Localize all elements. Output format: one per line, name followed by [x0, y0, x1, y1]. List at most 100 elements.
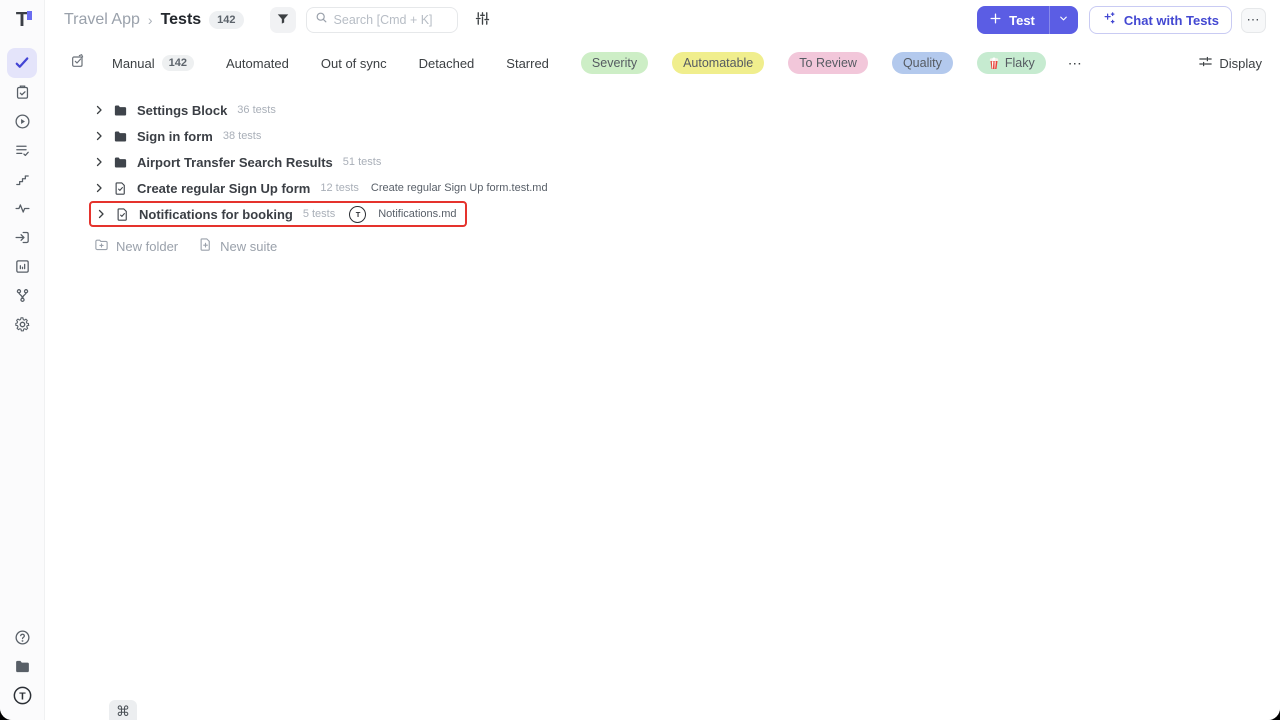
suite-test-count: 12 tests	[320, 182, 359, 194]
filter-tab-out-of-sync[interactable]: Out of sync	[321, 56, 387, 71]
document-check-icon	[113, 181, 128, 196]
sidebar: T	[0, 0, 45, 720]
badge-severity[interactable]: Severity	[581, 52, 648, 74]
suite-row-settings-block[interactable]: Settings Block 36 tests	[89, 97, 284, 123]
filter-tab-manual[interactable]: Manual 142	[112, 55, 194, 71]
badge-label: Automatable	[683, 56, 753, 70]
chevron-down-icon	[1058, 11, 1069, 29]
suite-row-notifications-highlighted[interactable]: Notifications for booking 5 tests T Noti…	[89, 201, 467, 227]
plus-icon	[989, 12, 1009, 28]
table-row: Create regular Sign Up form 12 tests Cre…	[89, 175, 1280, 201]
display-sliders-icon	[1198, 54, 1219, 72]
sidebar-item-tests[interactable]	[7, 48, 37, 78]
branch-icon	[14, 287, 31, 304]
brand-circle-icon: T	[12, 685, 33, 706]
suite-name[interactable]: Airport Transfer Search Results	[137, 155, 333, 170]
suite-name[interactable]: Settings Block	[137, 103, 227, 118]
sidebar-item-help[interactable]	[7, 622, 37, 652]
chevron-right-icon[interactable]	[93, 130, 105, 142]
app-logo[interactable]: T	[0, 0, 45, 40]
manual-count-badge: 142	[162, 55, 194, 71]
sidebar-item-plans[interactable]	[7, 77, 37, 107]
folder-icon	[113, 103, 128, 118]
filter-more-button[interactable]: ⋯	[1068, 55, 1083, 72]
svg-text:T: T	[19, 690, 26, 702]
search-input[interactable]	[334, 13, 449, 27]
folder-icon	[113, 129, 128, 144]
brand-circle-icon: T	[349, 206, 366, 223]
topbar: Travel App › Tests 142	[45, 0, 1280, 40]
play-circle-icon	[14, 113, 31, 130]
badge-to-review[interactable]: To Review	[788, 52, 868, 74]
add-test-dropdown-button[interactable]	[1049, 6, 1078, 34]
add-test-split-button: Test	[977, 6, 1078, 34]
sidebar-item-results[interactable]	[7, 135, 37, 165]
list-check-icon	[14, 142, 31, 159]
command-shortcut-button[interactable]: ⌘	[109, 700, 137, 720]
search-settings-button[interactable]	[470, 7, 496, 33]
new-suite-label: New suite	[220, 239, 277, 254]
chevron-right-icon[interactable]	[93, 104, 105, 116]
badge-flaky[interactable]: Flaky	[977, 52, 1046, 74]
clipboard-check-icon	[14, 84, 31, 101]
topbar-more-button[interactable]: ⋯	[1241, 8, 1266, 33]
ellipsis-icon: ⋯	[1247, 12, 1261, 28]
filter-bar: Manual 142 Automated Out of sync Detache…	[45, 45, 1280, 81]
filter-tab-detached[interactable]: Detached	[419, 56, 475, 71]
breadcrumb-separator: ›	[148, 12, 153, 28]
badge-quality[interactable]: Quality	[892, 52, 953, 74]
tests-count-badge: 142	[209, 11, 243, 29]
help-icon	[14, 629, 31, 646]
sidebar-item-settings[interactable]	[7, 309, 37, 339]
sidebar-item-steps[interactable]	[7, 164, 37, 194]
suite-test-count: 38 tests	[223, 130, 262, 142]
sidebar-item-pulse[interactable]	[7, 193, 37, 223]
sidebar-item-branches[interactable]	[7, 280, 37, 310]
chat-with-tests-label: Chat with Tests	[1124, 13, 1219, 28]
breadcrumb-page-title: Tests	[161, 11, 202, 29]
new-suite-button[interactable]: New suite	[198, 237, 277, 255]
app-window: T	[0, 0, 1280, 720]
sidebar-item-import[interactable]	[7, 222, 37, 252]
check-icon	[13, 54, 31, 72]
suite-name[interactable]: Sign in form	[137, 129, 213, 144]
badge-label: Quality	[903, 56, 942, 70]
popcorn-icon	[988, 57, 1000, 70]
suite-row-sign-in-form[interactable]: Sign in form 38 tests	[89, 123, 269, 149]
chat-with-tests-button[interactable]: Chat with Tests	[1089, 6, 1232, 34]
badge-automatable[interactable]: Automatable	[672, 52, 764, 74]
suite-test-count: 5 tests	[303, 208, 335, 220]
table-row: Sign in form 38 tests	[89, 123, 1280, 149]
suite-row-airport-transfer[interactable]: Airport Transfer Search Results 51 tests	[89, 149, 389, 175]
filter-tab-starred[interactable]: Starred	[506, 56, 549, 71]
filter-tab-label: Manual	[112, 56, 155, 71]
chevron-right-icon[interactable]	[95, 208, 107, 220]
document-check-icon	[115, 207, 130, 222]
badge-label: Flaky	[1005, 56, 1035, 70]
chevron-right-icon[interactable]	[93, 182, 105, 194]
badge-label: Severity	[592, 56, 637, 70]
suite-name[interactable]: Notifications for booking	[139, 207, 293, 222]
suite-row-create-signup[interactable]: Create regular Sign Up form 12 tests Cre…	[89, 175, 556, 201]
sidebar-item-projects[interactable]	[7, 651, 37, 681]
funnel-icon	[276, 12, 290, 29]
add-test-button[interactable]: Test	[977, 6, 1049, 34]
bar-chart-icon	[14, 258, 31, 275]
tree-actions: New folder New suite	[94, 237, 1280, 255]
sidebar-item-reports[interactable]	[7, 251, 37, 281]
suite-test-count: 51 tests	[343, 156, 382, 168]
search-box	[306, 7, 458, 33]
sidebar-item-account[interactable]: T	[7, 680, 37, 710]
chevron-right-icon[interactable]	[93, 156, 105, 168]
add-test-label: Test	[1009, 13, 1035, 28]
folder-icon	[14, 658, 31, 675]
filter-button[interactable]	[270, 7, 296, 33]
breadcrumb-project[interactable]: Travel App	[64, 11, 140, 29]
sidebar-item-runs[interactable]	[7, 106, 37, 136]
new-folder-button[interactable]: New folder	[94, 237, 178, 255]
bulk-select-button[interactable]	[70, 53, 86, 74]
steps-icon	[14, 171, 31, 188]
display-button[interactable]: Display	[1198, 54, 1262, 72]
filter-tab-automated[interactable]: Automated	[226, 56, 289, 71]
suite-name[interactable]: Create regular Sign Up form	[137, 181, 310, 196]
